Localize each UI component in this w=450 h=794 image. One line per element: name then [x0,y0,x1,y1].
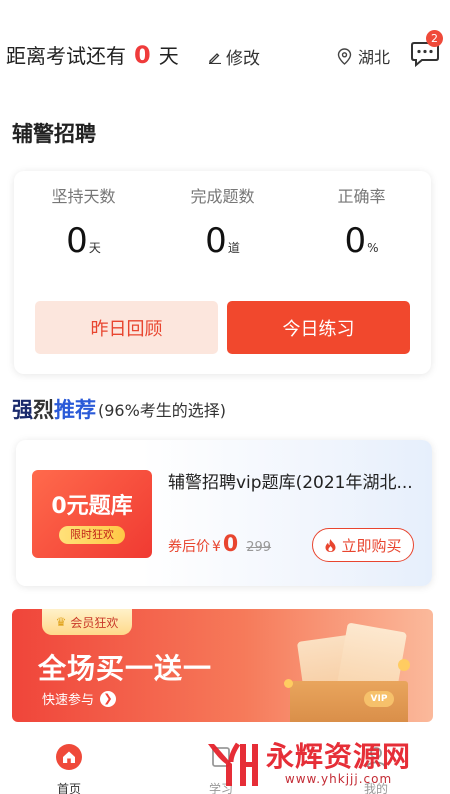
watermark: 永辉资源网 www.yhkjjj.com [204,736,411,792]
price-label: 券后价 [168,539,210,555]
price-row: 券后价 ¥ 0 299 [168,532,271,557]
message-count-badge: 2 [426,30,443,47]
practice-today-button[interactable]: 今日练习 [227,301,410,354]
countdown-days: 0 [134,41,151,69]
stat-value-wrap: 0道 [153,221,292,261]
product-title[interactable]: 辅警招聘vip题库(2021年湖北... [168,468,413,493]
countdown-prefix: 距离考试还有 [6,44,126,68]
coin-decoration [284,679,293,688]
header: 距离考试还有 0 天 修改 湖北 2 [0,30,450,80]
watermark-logo-icon [208,742,258,786]
watermark-text: 永辉资源网 www.yhkjjj.com [266,740,412,787]
countdown-suffix: 天 [158,44,179,68]
thumb-title: 0元题库 [51,494,133,519]
banner-headline: 全场买一送一 [38,652,213,685]
location-label: 湖北 [358,48,391,67]
recommend-subtitle: (96%考生的选择) [98,401,227,420]
recommend-title-char2: 烈 [33,397,54,422]
buy-now-label: 立即购买 [341,536,402,555]
stat-value: 0 [344,221,367,261]
exam-category-title: 辅警招聘 [12,122,96,146]
thumb-tag: 限时狂欢 [59,526,125,544]
stat-unit: 道 [227,241,240,255]
stat-unit: 天 [88,241,101,255]
chevron-right-icon: ❯ [100,690,117,707]
product-thumbnail: 0元题库 限时狂欢 [32,470,152,558]
pencil-icon [209,52,221,64]
banner-tag-label: 会员狂欢 [70,615,119,630]
stat-value: 0 [66,221,88,261]
crown-icon: ♛ [55,615,67,629]
stat-unit: % [367,241,379,255]
recommend-title-char3: 推荐 [54,397,96,422]
recommend-title: 强烈推荐 [12,394,96,424]
edit-label: 修改 [226,49,260,69]
product-card[interactable]: 0元题库 限时狂欢 辅警招聘vip题库(2021年湖北... 券后价 ¥ 0 2… [16,440,432,586]
stat-days: 坚持天数 0天 [14,183,153,261]
stat-label: 正确率 [337,187,386,206]
original-price: 299 [246,540,272,555]
review-yesterday-button[interactable]: 昨日回顾 [35,301,218,354]
buy-now-button[interactable]: 立即购买 [312,528,414,562]
stat-label: 坚持天数 [51,187,116,206]
location-pin-icon [337,47,352,65]
stats-card: 坚持天数 0天 完成题数 0道 正确率 0% 昨日回顾 今日练习 [14,171,431,374]
stat-value-wrap: 0% [292,221,431,261]
edit-exam-date-button[interactable]: 修改 [208,44,260,69]
watermark-url: www.yhkjjj.com [284,772,393,786]
stat-value: 0 [205,221,227,261]
stat-label: 完成题数 [190,187,255,206]
stat-accuracy: 正确率 0% [292,183,431,261]
banner-join-link[interactable]: 快速参与 ❯ [42,689,117,708]
banner-join-label: 快速参与 [42,693,95,708]
price-value: 0 [222,532,239,557]
home-icon [56,744,82,770]
coin-decoration [398,659,410,671]
tab-home[interactable]: 首页 [29,743,109,794]
stat-questions: 完成题数 0道 [153,183,292,261]
exam-countdown: 距离考试还有 0 天 [6,40,179,69]
banner-tag: ♛ 会员狂欢 [42,609,132,635]
tab-label: 首页 [56,782,81,794]
currency-symbol: ¥ [212,539,221,555]
recommend-heading: 强烈推荐 (96%考生的选择) [12,394,226,424]
stat-value-wrap: 0天 [14,221,153,261]
promo-banner[interactable]: ♛ 会员狂欢 全场买一送一 快速参与 ❯ VIP [12,609,433,722]
recommend-title-char1: 强 [12,397,33,422]
vip-label: VIP [364,691,394,707]
flame-icon [325,538,336,552]
home-screen: 距离考试还有 0 天 修改 湖北 2 辅警招聘 坚持天数 0天 完成题数 0道 … [0,0,450,794]
location-selector[interactable]: 湖北 [337,44,390,68]
watermark-name: 永辉资源网 [266,740,412,773]
